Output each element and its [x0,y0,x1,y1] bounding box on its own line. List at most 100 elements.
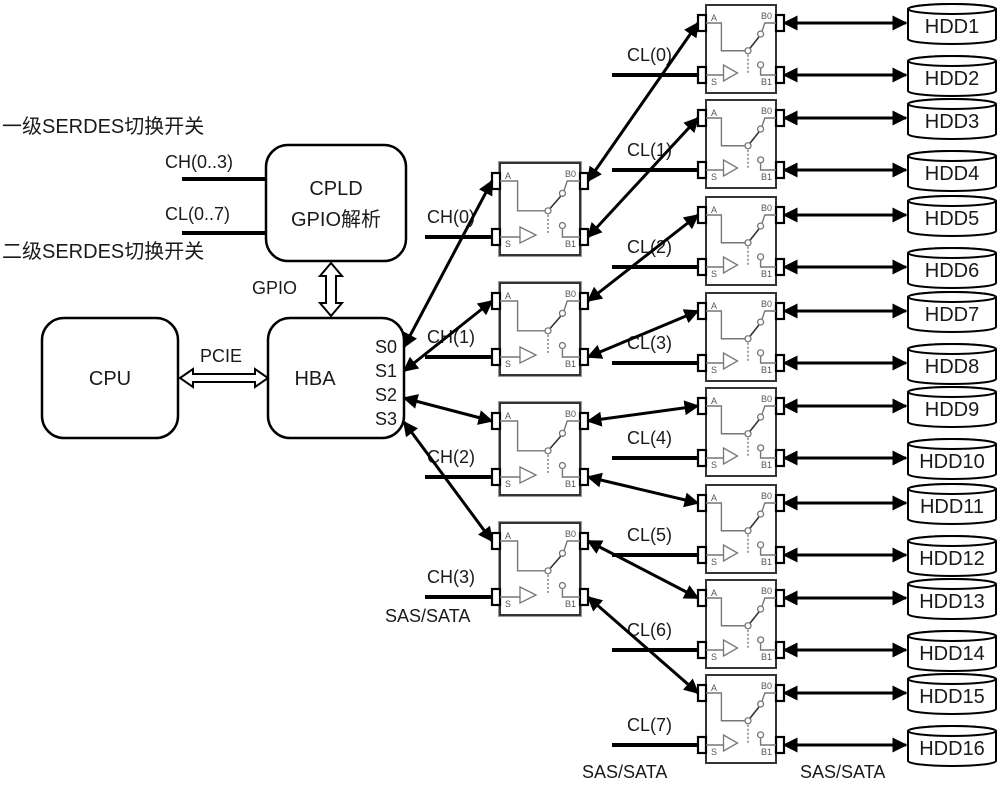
pcie-link [178,367,270,389]
hdd-label: HDD12 [919,548,985,570]
level2-switch-2: ASB0B1CL(2) [612,196,786,286]
pin-s [696,160,708,180]
pin-s-label: S [505,359,511,369]
cpld-block: CPLD GPIO解析 [264,143,408,263]
hba-port-s3: S3 [375,409,397,429]
pin-b0-label: B0 [761,681,772,691]
pin-s-label: S [505,239,511,249]
hdd-14: HDD14 [907,630,997,672]
control-label: CL(0) [627,45,672,65]
pin-b0-label: B0 [761,491,772,501]
hdd-label: HDD10 [919,451,985,473]
hdd-label: HDD16 [919,738,985,760]
pin-b1-label: B1 [761,557,772,567]
level2-switch-0: A S B0 B1 CL(0) [612,4,786,94]
hba-s0-link [402,179,494,349]
pin-b1-label: B1 [565,359,576,369]
hdd-8: HDD8 [907,343,997,385]
ch-bus-label: CH(0..3) [165,152,233,172]
pin-b1 [774,640,786,660]
hdd-13: HDD13 [907,578,997,620]
pin-b1-label: B1 [761,77,772,87]
pin-b1 [774,65,786,85]
pin-b1-label: B1 [565,599,576,609]
control-label: CH(3) [427,567,475,587]
cpld-subtitle: GPIO解析 [291,208,381,231]
pin-b0 [578,171,590,191]
hdd-label: HDD8 [925,356,979,378]
pin-b1-label: B1 [761,365,772,375]
level1-switch-group: ASB0B1CH(0)ASB0B1CH(1)ASB0B1CH(2)ASB0B1C… [425,161,590,617]
hba-port-s1: S1 [375,361,397,381]
hdd-label: HDD3 [925,111,979,133]
pin-s-label: S [711,77,717,87]
pin-s-label: S [711,652,717,662]
pin-s-label: S [711,557,717,567]
pin-b0-label: B0 [565,169,576,179]
pin-a [696,683,708,703]
control-label: CL(5) [627,525,672,545]
pin-s-label: S [711,747,717,757]
pin-a-label: A [711,108,717,118]
hdd-label: HDD14 [919,643,985,665]
hdd-12: HDD12 [907,535,997,577]
hdd-label: HDD11 [920,496,984,518]
hdd-label: HDD1 [925,16,979,38]
pin-b0 [774,683,786,703]
pin-a-label: A [711,205,717,215]
pin-s-label: S [711,269,717,279]
cl-bus-label: CL(0..7) [165,204,230,224]
sas-sata-label-mid: SAS/SATA [582,762,667,782]
pin-b1 [774,257,786,277]
control-label: CL(1) [627,140,672,160]
pin-a [696,493,708,513]
pin-b1 [774,160,786,180]
hba-s1-link [402,299,494,373]
level2-switch-4: A S B0 B1 CL(4) [612,387,786,477]
pin-a-label: A [505,171,511,181]
pin-b1 [578,347,590,367]
pin-b1-label: B1 [761,747,772,757]
pin-b1 [774,735,786,755]
hdd-4: HDD4 [907,150,997,192]
pin-b0 [774,396,786,416]
hdd-6: HDD6 [907,247,997,289]
hdd-11: HDD11 [907,483,997,525]
pin-s [696,353,708,373]
hdd-3: HDD3 [907,98,997,140]
hdd-label: HDD9 [925,399,979,421]
l1-1-b0-link [586,213,700,303]
pin-a-label: A [711,13,717,23]
hdd-7: HDD7 [907,291,997,333]
hba-label: HBA [294,368,336,390]
pin-b1 [578,467,590,487]
level2-switch-5: A S B0 B1 CL(5) [612,484,786,574]
hdd-label: HDD7 [925,304,979,326]
pin-a-label: A [505,291,511,301]
hba-s3-link [402,420,494,543]
control-label: CL(3) [627,333,672,353]
hdd-1: HDD1 [907,3,997,45]
sas-sata-label-right: SAS/SATA [800,762,885,782]
pin-b0-label: B0 [761,106,772,116]
pcie-label: PCIE [200,346,242,366]
pin-b0 [774,108,786,128]
pin-s [696,545,708,565]
level1-switch-0: ASB0B1CH(0) [425,161,590,257]
level2-switch-label: 二级SERDES切换开关 [2,240,204,263]
pin-b1-label: B1 [761,460,772,470]
control-label: CH(1) [427,327,475,347]
pin-s [490,227,502,247]
pin-b0 [578,291,590,311]
hdd-10: HDD10 [907,438,997,480]
pin-b1-label: B1 [761,172,772,182]
hdd-group: HDD1 HDD2 HDD3 HDD4 HDD5 HDD6 HDD7 HDD8 HDD9 HDD1… [907,3,997,767]
pin-b1-label: B1 [565,479,576,489]
hdd-9: HDD9 [907,386,997,428]
pin-b0 [774,13,786,33]
cpld-title: CPLD [309,178,362,200]
pin-a [696,588,708,608]
hdd-16: HDD16 [907,725,997,767]
pin-b0 [578,531,590,551]
pin-s [490,347,502,367]
